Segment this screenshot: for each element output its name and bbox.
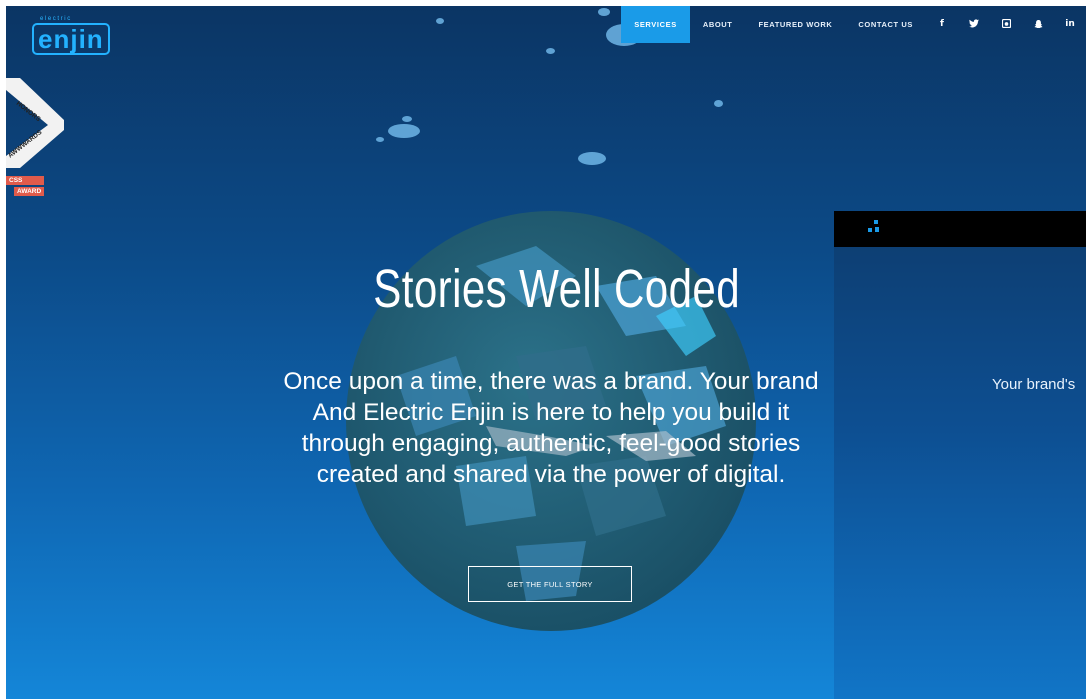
panel-logo-mark-icon [874, 220, 878, 224]
electric-enjin-logo[interactable]: electric enjin [32, 16, 110, 56]
hero-body-line: And Electric Enjin is here to help you b… [312, 399, 790, 426]
hero-body-line: through engaging, authentic, feel-good s… [301, 430, 801, 457]
logo-big-text: enjin [32, 23, 110, 55]
side-panel-header [834, 211, 1086, 247]
floating-cloud-decoration [714, 100, 723, 107]
floating-cloud-decoration [546, 48, 555, 54]
linkedin-icon[interactable]: in [1054, 6, 1086, 43]
instagram-icon[interactable] [990, 6, 1022, 43]
floating-cloud-decoration [402, 116, 412, 122]
logo-small-text: electric [40, 16, 72, 22]
floating-cloud-decoration [578, 152, 606, 165]
floating-cloud-decoration [376, 137, 384, 142]
side-panel-text: Your brand's [992, 376, 1076, 393]
floating-cloud-decoration [598, 8, 610, 16]
hero-body: Once upon a time, there was a brand. You… [226, 366, 876, 490]
css-award-line2: AWARD [14, 187, 45, 196]
get-full-story-button[interactable]: GET THE FULL STORY [468, 566, 632, 602]
hero-stage: SERVICES ABOUT FEATURED WORK CONTACT US … [6, 6, 1086, 699]
nav-about-link[interactable]: ABOUT [690, 6, 746, 43]
snapchat-icon[interactable] [1022, 6, 1054, 43]
panel-logo-mark-icon [868, 228, 872, 232]
hero-body-line: created and shared via the power of digi… [316, 461, 786, 488]
nav-contact-us-link[interactable]: CONTACT US [845, 6, 926, 43]
facebook-icon[interactable]: f [926, 6, 958, 43]
css-award-badge[interactable]: CSS AWARD [6, 176, 45, 198]
floating-cloud-decoration [436, 18, 444, 24]
nav-featured-work-link[interactable]: FEATURED WORK [745, 6, 845, 43]
css-award-line1: CSS [6, 176, 45, 185]
panel-logo-mark-icon [875, 227, 879, 232]
floating-cloud-decoration [388, 124, 420, 138]
nav-services-link[interactable]: SERVICES [621, 6, 690, 43]
twitter-icon[interactable] [958, 6, 990, 43]
awwwards-honors-ribbon[interactable]: HONORS AWWWARDS [6, 78, 68, 168]
top-navigation: SERVICES ABOUT FEATURED WORK CONTACT US … [621, 6, 1086, 43]
hero-body-line: Once upon a time, there was a brand. You… [283, 368, 819, 395]
side-panel: Your brand's [834, 211, 1086, 699]
